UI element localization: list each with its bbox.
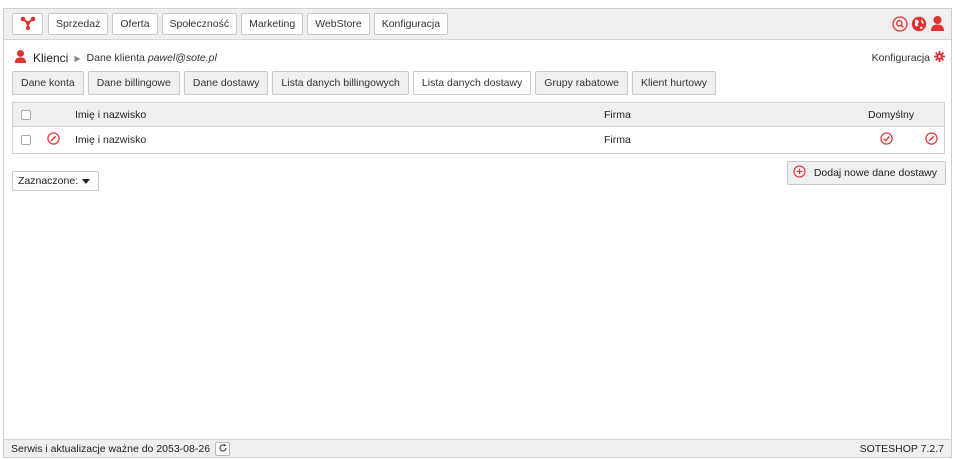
breadcrumb-klienci[interactable]: Klienci (33, 51, 68, 65)
select-all-checkbox[interactable] (21, 109, 31, 120)
table-row[interactable]: Imię i nazwisko Firma (13, 127, 944, 153)
add-button-label: Dodaj nowe dane dostawy (813, 167, 937, 179)
header-default[interactable]: Domyślny (868, 109, 914, 121)
top-right-icons (892, 15, 945, 35)
tab-lista-danych-dostawy[interactable]: Lista danych dostawy (412, 71, 532, 95)
breadcrumb-sub-prefix: Dane klienta (86, 52, 145, 64)
nav-item-marketing[interactable]: Marketing (241, 13, 304, 35)
breadcrumb: Klienci ▶ Dane klienta pawel@sote.pl (14, 49, 217, 67)
breadcrumb-email: pawel@sote.pl (147, 52, 217, 64)
user-icon (14, 49, 27, 67)
tab-bar: Dane konta Dane billingowe Dane dostawy … (12, 71, 716, 95)
delivery-data-table: Imię i nazwisko Firma Domyślny Imię i na… (12, 102, 945, 154)
tab-klient-hurtowy[interactable]: Klient hurtowy (632, 71, 716, 95)
nav-item-oferta[interactable]: Oferta (112, 13, 158, 35)
search-icon[interactable] (892, 15, 908, 35)
nav-item-konfiguracja[interactable]: Konfiguracja (373, 13, 449, 35)
footer-left: Serwis i aktualizacje ważne do 2053-08-2… (11, 442, 231, 456)
breadcrumb-arrow-icon: ▶ (74, 53, 81, 63)
refresh-button[interactable] (215, 442, 231, 456)
header-firma[interactable]: Firma (604, 109, 631, 121)
tab-dane-konta[interactable]: Dane konta (12, 71, 84, 95)
config-link[interactable]: Konfiguracja (872, 51, 945, 65)
gear-icon (934, 51, 945, 65)
nav-item-spolecznosc[interactable]: Społeczność (161, 13, 238, 35)
main-nav: Sprzedaż Oferta Społeczność Marketing We… (48, 13, 449, 35)
user-icon[interactable] (930, 15, 945, 35)
table-header-row: Imię i nazwisko Firma Domyślny (13, 103, 944, 127)
selected-action-value: Zaznaczone: (18, 175, 79, 187)
config-link-label: Konfiguracja (871, 52, 930, 64)
caret-down-icon (82, 179, 90, 184)
service-validity-text: Serwis i aktualizacje ważne do 2053-08-2… (11, 443, 211, 455)
tab-lista-danych-billingowych[interactable]: Lista danych billingowych (272, 71, 409, 95)
cell-firma: Firma (604, 134, 631, 146)
nav-item-sprzedaz[interactable]: Sprzedaż (48, 13, 109, 35)
cell-name: Imię i nazwisko (75, 134, 147, 146)
check-circle-icon[interactable] (880, 132, 893, 148)
plus-circle-icon (793, 165, 806, 181)
edit-icon[interactable] (925, 132, 938, 148)
top-nav-bar: Sprzedaż Oferta Społeczność Marketing We… (4, 9, 951, 40)
nav-item-webstore[interactable]: WebStore (307, 13, 370, 35)
selected-action-select[interactable]: Zaznaczone: (12, 171, 99, 191)
logo-button[interactable] (12, 13, 43, 35)
tab-dane-billingowe[interactable]: Dane billingowe (87, 71, 180, 95)
add-delivery-data-button[interactable]: Dodaj nowe dane dostawy (786, 161, 946, 185)
tab-dane-dostawy[interactable]: Dane dostawy (183, 71, 269, 95)
header-name[interactable]: Imię i nazwisko (75, 109, 146, 121)
status-bar: Serwis i aktualizacje ważne do 2053-08-2… (4, 439, 951, 457)
share-network-icon (20, 16, 36, 33)
app-window: Sprzedaż Oferta Społeczność Marketing We… (3, 8, 952, 458)
globe-icon[interactable] (911, 16, 927, 35)
breadcrumb-current: Dane klienta pawel@sote.pl (87, 52, 217, 64)
refresh-icon (218, 443, 228, 456)
edit-icon[interactable] (47, 132, 60, 148)
row-checkbox[interactable] (21, 135, 31, 145)
version-label: SOTESHOP 7.2.7 (859, 443, 944, 455)
tab-grupy-rabatowe[interactable]: Grupy rabatowe (535, 71, 629, 95)
